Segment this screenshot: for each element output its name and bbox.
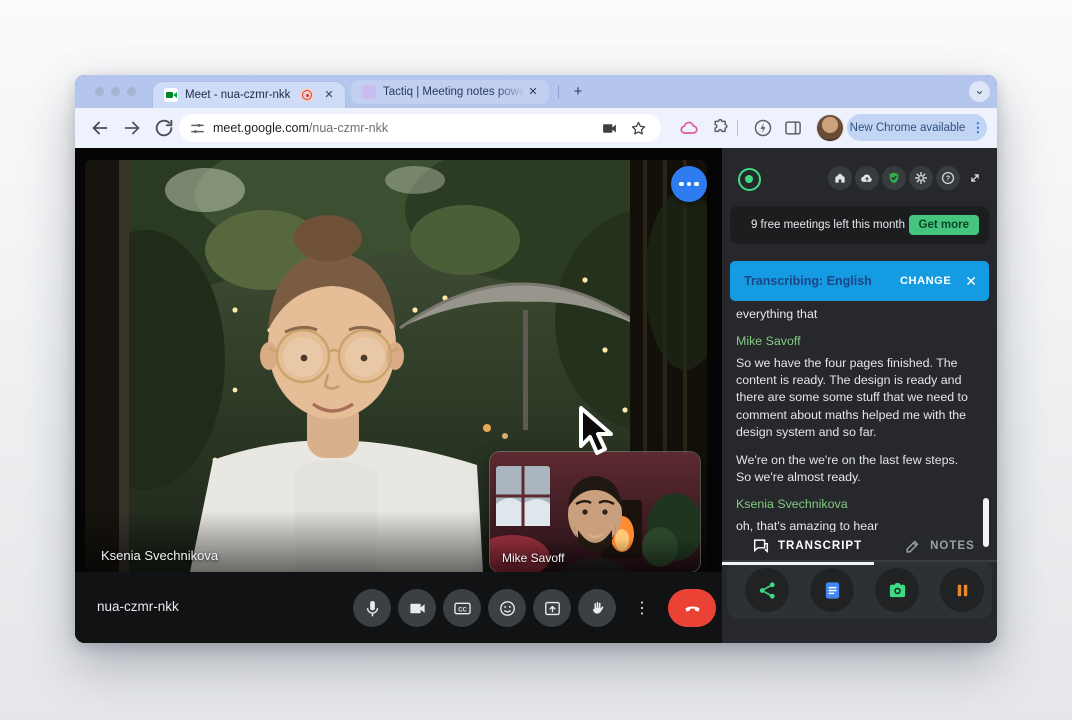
url-path: /nua-czmr-nkk: [308, 121, 389, 135]
transcript-entry: Mike Savoff So we have the four pages fi…: [736, 333, 972, 441]
tactiq-sidebar: ? 9 free meetings left this month Get mo…: [722, 148, 997, 643]
browser-toolbar: meet.google.com/nua-czmr-nkk New Chrome …: [75, 108, 997, 148]
tab-transcript[interactable]: TRANSCRIPT: [752, 537, 862, 555]
browser-window: Meet - nua-czmr-nkk ✕ Tactiq | Meeting n…: [75, 75, 997, 643]
transcript-entry: Ksenia Svechnikova oh, that's amazing to…: [736, 496, 972, 532]
profile-avatar[interactable]: [817, 115, 843, 141]
raise-hand-button[interactable]: [578, 589, 616, 627]
participant-name-label: Ksenia Svechnikova: [101, 548, 219, 563]
extension-cloud-icon[interactable]: [679, 118, 699, 138]
mic-button[interactable]: [353, 589, 391, 627]
free-meetings-banner: 9 free meetings left this month Get more: [730, 206, 989, 244]
side-panel-icon[interactable]: [783, 118, 803, 138]
site-settings-icon[interactable]: [190, 121, 205, 136]
more-options-button[interactable]: ⋮: [623, 589, 661, 627]
reload-button[interactable]: [153, 117, 175, 139]
transcript-chat-icon: [753, 539, 769, 553]
tab-strip: Meet - nua-czmr-nkk ✕ Tactiq | Meeting n…: [75, 75, 997, 108]
url-domain: meet.google.com: [213, 121, 309, 135]
address-bar[interactable]: meet.google.com/nua-czmr-nkk: [179, 114, 661, 142]
transcript-speaker: Mike Savoff: [736, 334, 801, 349]
participant-name-label: Mike Savoff: [502, 551, 565, 565]
extensions-puzzle-icon[interactable]: [711, 118, 731, 138]
get-more-button[interactable]: Get more: [908, 215, 979, 235]
transcript-text: everything that: [736, 307, 818, 321]
new-tab-button[interactable]: +: [567, 81, 589, 103]
svg-text:?: ?: [946, 176, 950, 183]
chrome-update-button[interactable]: New Chrome available ⋮: [847, 114, 987, 141]
floating-chat-bubble-icon[interactable]: [671, 166, 707, 202]
recording-indicator-icon: [300, 88, 314, 102]
tactiq-action-bar: [727, 562, 992, 618]
reactions-button[interactable]: [488, 589, 526, 627]
screenshot-button[interactable]: [875, 568, 919, 612]
transcript-entry: We're on the we're on the last few steps…: [736, 452, 972, 487]
end-call-button[interactable]: [668, 589, 716, 627]
notes-pencil-icon: [906, 540, 919, 553]
transcribing-label: Transcribing: English: [744, 274, 872, 288]
tab-meet[interactable]: Meet - nua-czmr-nkk ✕: [153, 82, 345, 108]
meeting-code-label: nua-czmr-nkk: [97, 599, 179, 614]
transcript-speaker: Ksenia Svechnikova: [736, 497, 848, 512]
settings-gear-button[interactable]: [909, 166, 933, 190]
pause-recording-button[interactable]: [940, 568, 984, 612]
desktop-background: Meet - nua-czmr-nkk ✕ Tactiq | Meeting n…: [0, 0, 1072, 720]
tab-notes-label: NOTES: [930, 540, 975, 552]
tactiq-tab-bar: TRANSCRIPT NOTES: [722, 532, 997, 562]
tab-camera-icon[interactable]: [601, 120, 618, 137]
chrome-update-label: New Chrome available: [849, 121, 966, 134]
tab-close-icon[interactable]: ✕: [525, 84, 541, 100]
present-button[interactable]: [533, 589, 571, 627]
transcript-text: oh, that's amazing to hear: [736, 518, 879, 532]
home-button[interactable]: [828, 166, 852, 190]
tab-divider: [558, 85, 559, 99]
active-tab-indicator: [722, 562, 874, 565]
tab-title: Tactiq | Meeting notes powe: [383, 86, 525, 98]
page-content: Ksenia Svechnikova Mike Savoff nua-czmr-…: [75, 148, 997, 643]
tactiq-logo-icon: [738, 168, 761, 191]
browser-menu-icon[interactable]: ⋮: [971, 120, 984, 136]
help-button[interactable]: ?: [936, 166, 960, 190]
free-meetings-text: 9 free meetings left this month: [750, 218, 906, 231]
tab-notes[interactable]: NOTES: [904, 537, 975, 555]
extension-bolt-icon[interactable]: [753, 118, 773, 138]
meet-favicon-icon: [164, 88, 178, 102]
change-language-button[interactable]: CHANGE: [900, 275, 951, 287]
toolbar-divider: [737, 120, 738, 136]
camera-button[interactable]: [398, 589, 436, 627]
transcript-text: So we have the four pages finished. The …: [736, 355, 968, 440]
privacy-shield-button[interactable]: [882, 166, 906, 190]
tactiq-header: ?: [722, 162, 997, 198]
sidebar-scrollbar-thumb[interactable]: [983, 498, 989, 547]
tab-search-chevron-icon[interactable]: ⌄: [969, 81, 990, 102]
transcript-entry: everything that: [736, 306, 972, 323]
tactiq-favicon-icon: [362, 85, 376, 99]
transcript-list[interactable]: everything that Mike Savoff So we have t…: [736, 306, 972, 532]
tab-title: Meet - nua-czmr-nkk: [185, 89, 291, 101]
window-minimize-button[interactable]: [111, 87, 120, 96]
google-docs-button[interactable]: [810, 568, 854, 612]
collapse-panel-button[interactable]: [963, 166, 987, 190]
svg-text:CC: CC: [458, 607, 467, 613]
share-button[interactable]: [745, 568, 789, 612]
cloud-upload-button[interactable]: [855, 166, 879, 190]
tab-transcript-label: TRANSCRIPT: [778, 540, 863, 552]
close-transcribing-icon[interactable]: ✕: [965, 273, 977, 290]
transcribing-bar: Transcribing: English CHANGE ✕: [730, 261, 989, 301]
window-zoom-button[interactable]: [127, 87, 136, 96]
url-text[interactable]: meet.google.com/nua-czmr-nkk: [213, 121, 388, 135]
tab-close-icon[interactable]: ✕: [321, 87, 337, 103]
meet-control-bar: nua-czmr-nkk CC ⋮: [75, 572, 722, 643]
transcript-text: We're on the we're on the last few steps…: [736, 452, 959, 484]
captions-button[interactable]: CC: [443, 589, 481, 627]
meet-stage: Ksenia Svechnikova Mike Savoff nua-czmr-…: [75, 148, 722, 643]
bookmark-star-icon[interactable]: [630, 120, 647, 137]
meet-controls: CC ⋮: [353, 589, 716, 627]
forward-button[interactable]: [121, 117, 143, 139]
pip-video-tile[interactable]: Mike Savoff: [490, 452, 700, 572]
tab-tactiq[interactable]: Tactiq | Meeting notes powe ✕: [351, 80, 549, 104]
back-button[interactable]: [89, 117, 111, 139]
window-close-button[interactable]: [95, 87, 104, 96]
